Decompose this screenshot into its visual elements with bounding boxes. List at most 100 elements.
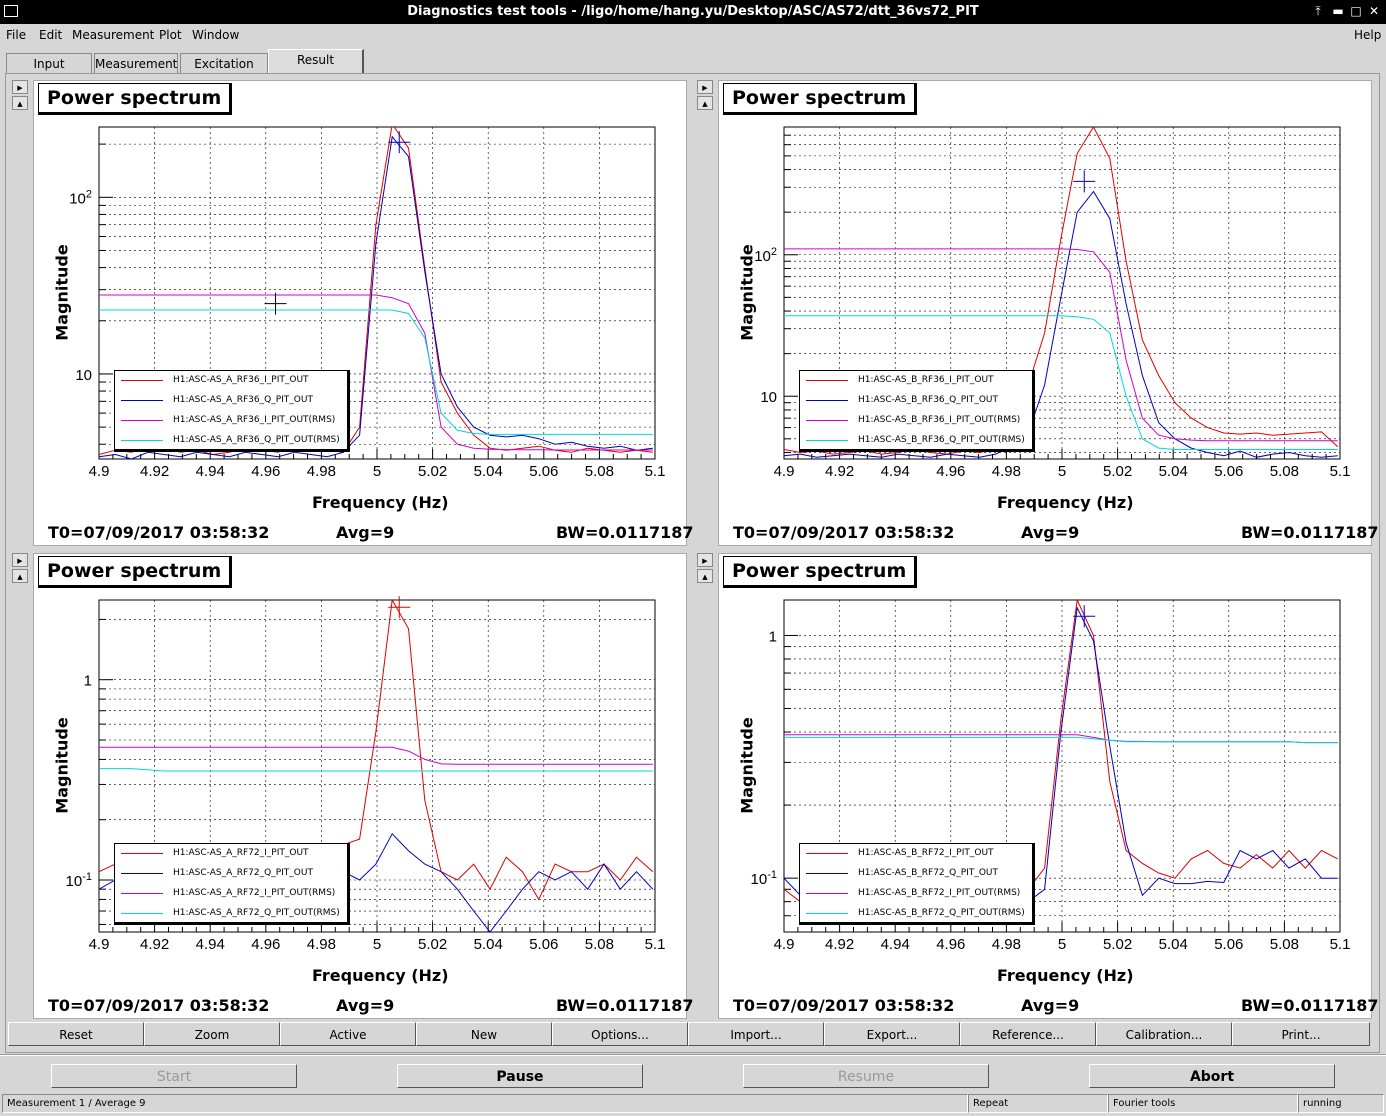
plot-panel-as-a-rf36[interactable]: 4.9 4.92 4.94 4.96 4.98 5 5.02 5.04 5.06 5.08 5.1 1… [33, 80, 694, 546]
x-tick-label: 4.9 [774, 463, 795, 480]
menu-edit[interactable]: Edit [39, 28, 62, 42]
pad-nav-right-icon[interactable]: ▶ [12, 80, 28, 94]
x-tick-label: 5 [1058, 463, 1066, 480]
tab-result[interactable]: Result [268, 49, 364, 74]
legend-entry: H1:ASC-AS_A_RF72_Q_PIT_OUT [115, 864, 347, 884]
bw-label: BW=0.0117187 [556, 523, 694, 542]
legend: H1:ASC-AS_B_RF72_I_PIT_OUT H1:ASC-AS_B_R… [799, 843, 1035, 925]
tab-measurement[interactable]: Measurement [94, 53, 178, 73]
x-tick-label: 5.08 [1270, 936, 1299, 953]
resume-button[interactable]: Resume [743, 1064, 989, 1088]
reset-button[interactable]: Reset [8, 1022, 144, 1046]
power-spectrum-chart[interactable]: 4.9 4.92 4.94 4.96 4.98 5 5.02 5.04 5.06 5.08 5.1 1… [719, 81, 1371, 545]
legend-label: H1:ASC-AS_A_RF36_I_PIT_OUT(RMS) [173, 415, 336, 425]
pad-nav-up-icon[interactable]: ▲ [12, 96, 28, 110]
power-spectrum-chart[interactable]: 4.9 4.92 4.94 4.96 4.98 5 5.02 5.04 5.06 5.08 5.1 1… [34, 554, 686, 1018]
status-state: running [1298, 1094, 1384, 1113]
active-button[interactable]: Active [280, 1022, 416, 1046]
status-fourier: Fourier tools [1108, 1094, 1298, 1113]
x-tick-label: 5.04 [474, 463, 503, 480]
start-button[interactable]: Start [51, 1064, 297, 1088]
x-tick-label: 5.1 [1330, 936, 1351, 953]
options-button[interactable]: Options... [552, 1022, 688, 1046]
x-axis-label: Frequency (Hz) [997, 966, 1134, 985]
export-button[interactable]: Export... [824, 1022, 960, 1046]
x-tick-label: 5 [373, 463, 381, 480]
legend-swatch [806, 420, 848, 421]
new-button[interactable]: New [416, 1022, 552, 1046]
pad-nav-right-icon[interactable]: ▶ [12, 553, 28, 567]
power-spectrum-chart[interactable]: 4.9 4.92 4.94 4.96 4.98 5 5.02 5.04 5.06 5.08 5.1 1… [719, 554, 1371, 1018]
close-icon[interactable]: ✕ [1366, 3, 1382, 19]
calibration-button[interactable]: Calibration... [1096, 1022, 1232, 1046]
reference-button[interactable]: Reference... [960, 1022, 1096, 1046]
legend-entry: H1:ASC-AS_B_RF72_Q_PIT_OUT [800, 864, 1032, 884]
status-repeat: Repeat [968, 1094, 1108, 1113]
legend-label: H1:ASC-AS_B_RF36_I_PIT_OUT(RMS) [858, 415, 1021, 425]
legend-swatch [121, 873, 163, 874]
power-spectrum-chart[interactable]: 4.9 4.92 4.94 4.96 4.98 5 5.02 5.04 5.06 5.08 5.1 1… [34, 81, 686, 545]
x-tick-label: 4.94 [881, 936, 910, 953]
menu-window[interactable]: Window [192, 28, 239, 42]
menu-measurement[interactable]: Measurement [72, 28, 154, 42]
legend-label: H1:ASC-AS_A_RF36_I_PIT_OUT [173, 375, 309, 385]
legend-swatch [806, 873, 848, 874]
pad-nav-up-icon[interactable]: ▲ [697, 569, 713, 583]
x-axis-label: Frequency (Hz) [997, 493, 1134, 512]
plot-panel-as-a-rf72[interactable]: 4.9 4.92 4.94 4.96 4.98 5 5.02 5.04 5.06 5.08 5.1 1… [33, 553, 694, 1019]
plot-title: Power spectrum [38, 556, 233, 588]
x-axis-label: Frequency (Hz) [312, 493, 449, 512]
x-tick-label: 5.02 [1103, 463, 1132, 480]
pad-nav-right-icon[interactable]: ▶ [697, 80, 713, 94]
avg-label: Avg=9 [336, 523, 395, 542]
plot-panel-as-b-rf72[interactable]: 4.9 4.92 4.94 4.96 4.98 5 5.02 5.04 5.06 5.08 5.1 1… [718, 553, 1379, 1019]
x-tick-label: 4.9 [774, 936, 795, 953]
zoom-button[interactable]: Zoom [144, 1022, 280, 1046]
pad-nav-right-icon[interactable]: ▶ [697, 553, 713, 567]
x-tick-label: 5.02 [1103, 936, 1132, 953]
legend: H1:ASC-AS_A_RF72_I_PIT_OUT H1:ASC-AS_A_R… [114, 843, 350, 925]
print-button[interactable]: Print... [1232, 1022, 1370, 1046]
abort-button[interactable]: Abort [1089, 1064, 1335, 1088]
x-tick-label: 5.06 [529, 463, 558, 480]
t0-label: T0=07/09/2017 03:58:32 [48, 523, 270, 542]
pad-nav-4: ▶ ▲ [697, 553, 715, 585]
status-measurement: Measurement 1 / Average 9 [2, 1094, 968, 1113]
plot-title: Power spectrum [723, 83, 918, 115]
x-tick-label: 5.04 [1159, 463, 1188, 480]
pad-nav-up-icon[interactable]: ▲ [12, 569, 28, 583]
x-tick-label: 5.02 [418, 463, 447, 480]
window-shade-icon[interactable]: ⤒ [1310, 3, 1326, 19]
legend-entry: H1:ASC-AS_A_RF36_Q_PIT_OUT(RMS) [115, 431, 347, 451]
maximize-icon[interactable]: □ [1348, 3, 1364, 19]
tab-excitation[interactable]: Excitation [180, 53, 268, 73]
y-tick-label: 10-1 [751, 869, 777, 888]
legend-entry: H1:ASC-AS_B_RF72_I_PIT_OUT(RMS) [800, 884, 1032, 904]
x-tick-label: 5.04 [474, 936, 503, 953]
x-tick-label: 4.98 [992, 463, 1021, 480]
pad-nav-up-icon[interactable]: ▲ [697, 96, 713, 110]
legend-entry: H1:ASC-AS_A_RF36_I_PIT_OUT [115, 371, 347, 391]
menu-help[interactable]: Help [1354, 28, 1381, 42]
y-tick-label: 102 [69, 188, 92, 207]
legend-label: H1:ASC-AS_B_RF72_I_PIT_OUT(RMS) [858, 888, 1021, 898]
x-tick-label: 4.98 [307, 936, 336, 953]
pad-nav-3: ▶ ▲ [12, 553, 30, 585]
menu-plot[interactable]: Plot [159, 28, 182, 42]
legend-label: H1:ASC-AS_A_RF72_Q_PIT_OUT [173, 868, 313, 878]
pause-button[interactable]: Pause [397, 1064, 643, 1088]
x-tick-label: 5.08 [585, 463, 614, 480]
plot-panel-as-b-rf36[interactable]: 4.9 4.92 4.94 4.96 4.98 5 5.02 5.04 5.06 5.08 5.1 1… [718, 80, 1379, 546]
legend-label: H1:ASC-AS_A_RF72_I_PIT_OUT [173, 848, 309, 858]
menu-file[interactable]: File [6, 28, 26, 42]
x-tick-label: 5 [373, 936, 381, 953]
tab-input[interactable]: Input [6, 53, 92, 73]
x-tick-label: 5.02 [418, 936, 447, 953]
import-button[interactable]: Import... [688, 1022, 824, 1046]
x-tick-label: 5.06 [1214, 936, 1243, 953]
x-tick-label: 4.92 [140, 936, 169, 953]
y-axis-label: Magnitude [737, 244, 757, 341]
minimize-icon[interactable]: ▬ [1330, 3, 1346, 19]
legend-swatch [806, 400, 848, 401]
y-tick-label: 1 [769, 628, 777, 645]
